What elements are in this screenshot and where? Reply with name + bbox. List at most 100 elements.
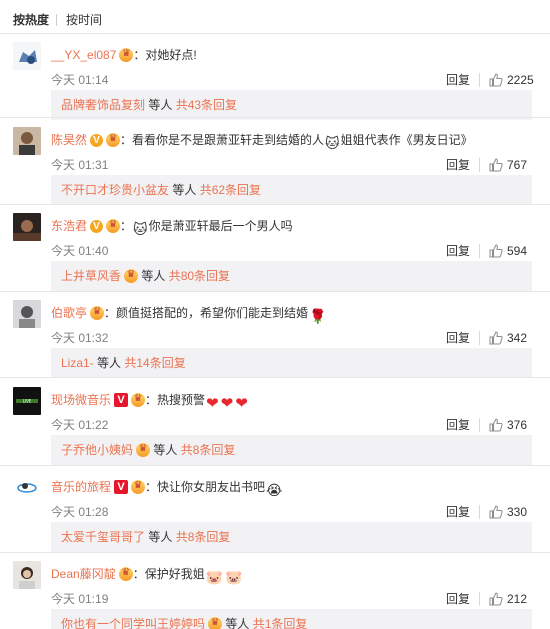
comment-line: 音乐的旅程 ：快让你女朋友出书吧😭 <box>51 478 283 498</box>
member-crown-icon <box>131 478 146 494</box>
comment-line: 现场微音乐：热搜预警❤❤❤ <box>51 391 249 412</box>
sub-reply-count[interactable]: 共8条回复 <box>176 530 231 544</box>
like-button[interactable]: 330 <box>489 503 527 521</box>
comment-username[interactable]: 东浩君 <box>51 219 87 233</box>
comment-item: Dean藤冈靛：保护好我姐🐷🐷 今天 01:19 回复 212 你也有一个同学叫… <box>0 561 550 629</box>
comment-line: 陈昊然 ：看看你是不是跟萧亚轩走到结婚的人🐱姐姐代表作《男友日记》 <box>51 131 473 151</box>
reply-button[interactable]: 回复 <box>446 504 470 520</box>
sub-reply-others: 等人 <box>138 269 169 283</box>
member-crown-icon <box>208 615 223 629</box>
pig-emoji-icon: 🐷 <box>225 569 243 585</box>
sub-reply-user[interactable]: 品牌奢饰品复刻 <box>61 98 145 112</box>
member-crown-icon <box>136 441 151 457</box>
sub-reply-user[interactable]: 你也有一个同学叫王婷婷吗 <box>61 617 205 629</box>
sub-replies-box[interactable]: 不开口才珍贵小盆友 等人 共62条回复 <box>51 175 532 205</box>
thumbs-up-icon <box>489 244 503 258</box>
sub-reply-count[interactable]: 共14条回复 <box>124 356 185 370</box>
reply-button[interactable]: 回复 <box>446 157 470 173</box>
pig-emoji-icon: 🐷 <box>205 569 224 585</box>
comment-text: ：对她好点! <box>133 48 197 62</box>
sub-reply-count[interactable]: 共1条回复 <box>253 617 308 629</box>
like-button[interactable]: 376 <box>489 416 527 434</box>
like-count: 376 <box>507 418 528 432</box>
thumbs-up-icon <box>489 331 503 345</box>
reply-button[interactable]: 回复 <box>446 330 470 346</box>
divider <box>0 291 550 292</box>
comment-time: 今天 01:14 <box>51 73 109 87</box>
comment-time: 今天 01:31 <box>51 158 109 172</box>
sort-by-time-tab[interactable]: 按时间 <box>66 12 102 28</box>
sub-replies-box[interactable]: 品牌奢饰品复刻 等人 共43条回复 <box>51 90 532 120</box>
member-crown-icon <box>106 131 121 147</box>
comment-item: 伯歌亭 ：颜值挺搭配的，希望你们能走到结婚🌹 今天 01:32 回复 342 Li… <box>0 300 550 387</box>
action-separator <box>479 158 480 172</box>
sub-reply-user[interactable]: 不开口才珍贵小盆友 <box>61 183 169 197</box>
comment-username[interactable]: 伯歌亭 <box>51 306 87 320</box>
action-separator <box>479 244 480 258</box>
comment-time: 今天 01:22 <box>51 418 109 432</box>
cat-emoji-icon: 🐱 <box>133 221 148 237</box>
reply-button[interactable]: 回复 <box>446 243 470 259</box>
like-button[interactable]: 2225 <box>489 71 534 89</box>
comment-text: ：快让你女朋友出书吧 <box>145 480 266 494</box>
comment-line: 伯歌亭 ：颜值挺搭配的，希望你们能走到结婚🌹 <box>51 304 327 324</box>
sub-reply-user[interactable]: Liza1- <box>61 356 94 370</box>
avatar[interactable] <box>13 474 41 502</box>
sub-replies-box[interactable]: 子乔他小姨妈 等人 共8条回复 <box>51 435 532 465</box>
comment-username[interactable]: __YX_el087 <box>51 48 116 62</box>
sub-replies-box[interactable]: 太爱千玺哥哥了 等人 共8条回复 <box>51 522 532 552</box>
sub-reply-count[interactable]: 共8条回复 <box>181 443 236 457</box>
comment-text: ：保护好我姐 <box>132 567 205 581</box>
thumbs-up-icon <box>489 418 503 432</box>
comment-username[interactable]: 音乐的旅程 <box>51 480 111 494</box>
member-crown-icon <box>131 391 146 407</box>
reply-button[interactable]: 回复 <box>446 591 470 607</box>
comment-item: __YX_el087 ：对她好点! 今天 01:14 回复 2225 品牌奢饰品复… <box>0 42 550 129</box>
like-count: 767 <box>507 158 528 172</box>
avatar[interactable] <box>13 300 41 328</box>
comment-line: Dean藤冈靛：保护好我姐🐷🐷 <box>51 565 244 585</box>
like-button[interactable]: 212 <box>489 590 527 608</box>
sub-reply-user[interactable]: 子乔他小姨妈 <box>61 443 133 457</box>
like-button[interactable]: 594 <box>489 242 527 260</box>
sort-by-hot-tab[interactable]: 按热度 <box>13 12 49 28</box>
comment-line: 东浩君 ：🐱你是萧亚轩最后一个男人吗 <box>51 217 293 237</box>
sub-reply-count[interactable]: 共62条回复 <box>200 183 261 197</box>
sort-separator <box>56 14 57 26</box>
reply-button[interactable]: 回复 <box>446 417 470 433</box>
action-separator <box>479 505 480 519</box>
like-count: 2225 <box>507 73 534 87</box>
sort-bar: 按热度 按时间 <box>0 0 550 34</box>
avatar[interactable] <box>13 42 41 70</box>
sub-replies-box[interactable]: 你也有一个同学叫王婷婷吗 等人 共1条回复 <box>51 609 532 629</box>
reply-button[interactable]: 回复 <box>446 72 470 88</box>
like-count: 212 <box>507 592 528 606</box>
avatar[interactable] <box>13 213 41 241</box>
comment-time: 今天 01:19 <box>51 592 109 606</box>
comment-username[interactable]: 现场微音乐 <box>51 393 111 407</box>
comment-username[interactable]: Dean藤冈靛 <box>51 567 116 581</box>
sub-reply-count[interactable]: 共43条回复 <box>176 98 237 112</box>
like-button[interactable]: 342 <box>489 329 527 347</box>
comment-text: ：颜值挺搭配的，希望你们能走到结婚 <box>104 306 309 320</box>
sub-reply-user[interactable]: 上井草风香 <box>61 269 121 283</box>
divider <box>0 552 550 553</box>
sub-replies-box[interactable]: 上井草风香 等人 共80条回复 <box>51 261 532 291</box>
thumbs-up-icon <box>489 158 503 172</box>
heart-emoji-icon: ❤ <box>220 395 234 412</box>
avatar[interactable]: LIVE <box>13 387 41 415</box>
sub-reply-others: 等人 <box>169 183 200 197</box>
member-crown-icon <box>90 304 105 320</box>
sub-reply-others: 等人 <box>150 443 181 457</box>
sub-reply-count[interactable]: 共80条回复 <box>169 269 230 283</box>
sub-replies-box[interactable]: Liza1- 等人 共14条回复 <box>51 348 532 378</box>
comment-item: LIVE 现场微音乐：热搜预警❤❤❤ 今天 01:22 回复 376 子乔他小姨… <box>0 387 550 474</box>
thumbs-up-icon <box>489 592 503 606</box>
action-separator <box>479 418 480 432</box>
like-button[interactable]: 767 <box>489 156 527 174</box>
sub-reply-user[interactable]: 太爱千玺哥哥了 <box>61 530 145 544</box>
comment-text: ：看看你是不是跟萧亚轩走到结婚的人 <box>120 133 325 147</box>
avatar[interactable] <box>13 127 41 155</box>
avatar[interactable] <box>13 561 41 589</box>
comment-username[interactable]: 陈昊然 <box>51 133 87 147</box>
